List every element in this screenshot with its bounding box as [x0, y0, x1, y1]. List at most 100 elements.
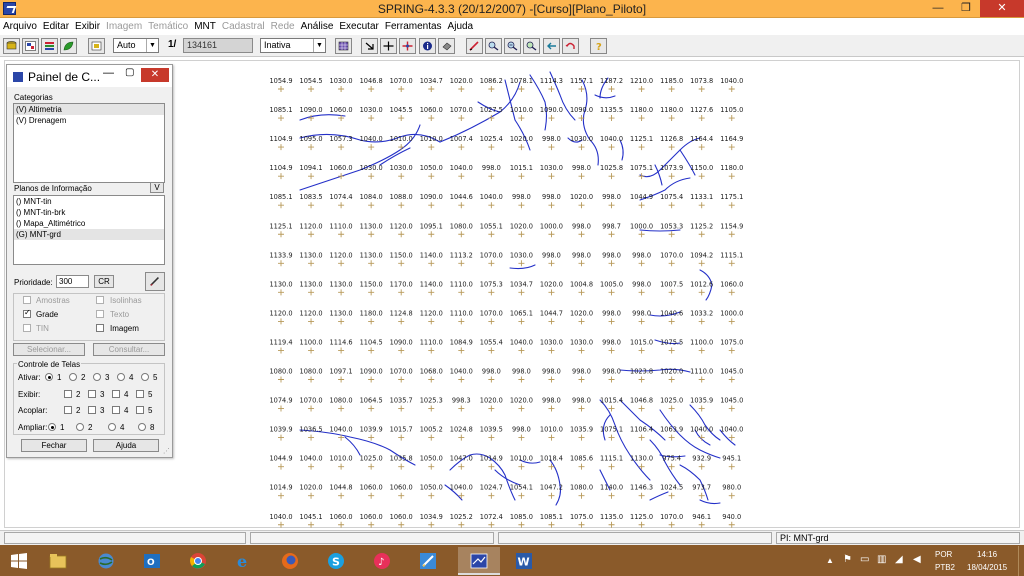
info-icon[interactable] [88, 38, 105, 54]
pan-icon[interactable] [399, 38, 416, 54]
signal-icon[interactable]: ◢ [895, 554, 903, 565]
scale-field[interactable]: 134161 [183, 38, 253, 53]
svg-text:♪: ♪ [378, 557, 384, 568]
menu-ferramentas[interactable]: Ferramentas [385, 21, 442, 32]
categories-list[interactable]: (V) Altimetria (V) Drenagem [13, 103, 165, 183]
grade-checkbox[interactable] [23, 308, 31, 318]
edit-pencil-button[interactable] [145, 272, 165, 291]
cr-button[interactable]: CR [94, 275, 114, 288]
drive-icon[interactable]: ▭ [860, 554, 869, 565]
activate-radio-4[interactable] [117, 373, 125, 381]
screen-number: 2 [81, 373, 86, 382]
imagem-checkbox[interactable] [96, 324, 104, 332]
chrome-icon[interactable] [180, 547, 216, 575]
language-indicator[interactable]: POR [935, 550, 952, 559]
undo-icon[interactable] [562, 38, 579, 54]
pencil-icon[interactable] [466, 38, 483, 54]
svg-text:e: e [237, 552, 247, 570]
activate-radio-3[interactable] [93, 373, 101, 381]
zoom-in-icon[interactable] [361, 38, 378, 54]
menu-executar[interactable]: Executar [339, 21, 378, 32]
priority-input[interactable]: 300 [56, 275, 89, 288]
minimize-button[interactable]: — [924, 0, 952, 17]
globe-icon[interactable] [88, 547, 124, 575]
clock-time[interactable]: 14:16 [977, 550, 997, 559]
info-planes-list[interactable]: () MNT-tin () MNT-tin-brk () Mapa_Altimé… [13, 195, 165, 265]
notes-icon[interactable] [410, 547, 446, 575]
maximize-button[interactable]: ❐ [952, 0, 980, 17]
start-icon[interactable] [0, 547, 38, 575]
consult-button[interactable]: Consultar... [93, 343, 165, 356]
zoom-refresh-icon[interactable] [523, 38, 540, 54]
resize-grip-icon[interactable]: ⋰ [163, 447, 170, 455]
show-desktop-button[interactable] [1018, 546, 1024, 576]
activate-label: Ativar: [18, 373, 41, 382]
activate-radio-5[interactable] [141, 373, 149, 381]
internet-explorer-icon[interactable]: e [226, 547, 262, 575]
panel-maximize-button[interactable]: ▢ [125, 67, 134, 78]
select-button[interactable]: Selecionar... [13, 343, 85, 356]
help-panel-button[interactable]: Ajuda [93, 439, 159, 452]
network-icon[interactable]: ▥ [877, 554, 886, 565]
list-item[interactable]: (V) Drenagem [14, 115, 164, 126]
zoom-radio-2[interactable] [76, 423, 84, 431]
close-panel-button[interactable]: Fechar [21, 439, 87, 452]
list-item[interactable]: () MNT-tin-brk [14, 207, 164, 218]
list-item[interactable]: (G) MNT-grd [14, 229, 164, 240]
list-item[interactable]: (V) Altimetria [14, 104, 164, 115]
zoom-radio-4[interactable] [108, 423, 116, 431]
couple-checkbox-2[interactable] [64, 406, 72, 414]
keyboard-layout[interactable]: PTB2 [935, 563, 955, 572]
close-button[interactable]: ✕ [980, 0, 1024, 17]
show-checkbox-3[interactable] [88, 390, 96, 398]
couple-checkbox-4[interactable] [112, 406, 120, 414]
couple-checkbox-5[interactable] [136, 406, 144, 414]
back-icon[interactable] [543, 38, 560, 54]
panel-minimize-button[interactable]: — [103, 67, 114, 79]
zoom-out-icon[interactable] [504, 38, 521, 54]
show-checkbox-2[interactable] [64, 390, 72, 398]
info-circle-icon[interactable] [419, 38, 436, 54]
categories-label: Categorias [14, 93, 53, 102]
skype-icon[interactable]: S [318, 547, 354, 575]
grade-label: Grade [36, 310, 59, 319]
help-icon[interactable]: ? [590, 38, 607, 54]
operation-select[interactable]: Inativa ▼ [260, 38, 326, 53]
eraser-icon[interactable] [438, 38, 455, 54]
volume-icon[interactable]: ◀ [913, 554, 921, 565]
panel-close-button[interactable]: ✕ [141, 68, 169, 82]
database-icon[interactable] [3, 38, 20, 54]
menu-editar[interactable]: Editar [43, 21, 69, 32]
menu-analise[interactable]: Análise [301, 21, 334, 32]
catalog-icon[interactable] [22, 38, 39, 54]
activate-radio-1[interactable] [45, 373, 53, 381]
clock-date[interactable]: 18/04/2015 [967, 563, 1007, 572]
tray-expand-icon[interactable]: ▲ [826, 556, 834, 565]
zoom-mode-select[interactable]: Auto ▼ [113, 38, 159, 53]
firefox-icon[interactable] [272, 547, 308, 575]
flag-icon[interactable]: ⚑ [843, 554, 852, 565]
show-checkbox-5[interactable] [136, 390, 144, 398]
leaf-icon[interactable] [60, 38, 77, 54]
zoom-icon[interactable] [485, 38, 502, 54]
itunes-icon[interactable]: ♪ [364, 547, 400, 575]
spring-icon[interactable] [458, 547, 500, 575]
menu-arquivo[interactable]: Arquivo [3, 21, 37, 32]
menu-exibir[interactable]: Exibir [75, 21, 100, 32]
layers-icon[interactable] [41, 38, 58, 54]
menu-ajuda[interactable]: Ajuda [448, 21, 474, 32]
list-item[interactable]: () Mapa_Altimétrico [14, 218, 164, 229]
outlook-icon[interactable]: O [134, 547, 170, 575]
grid-view-icon[interactable] [335, 38, 352, 54]
list-item[interactable]: () MNT-tin [14, 196, 164, 207]
file-explorer-icon[interactable] [40, 547, 76, 575]
zoom-radio-8[interactable] [138, 423, 146, 431]
couple-checkbox-3[interactable] [88, 406, 96, 414]
filter-button[interactable]: V [150, 182, 164, 193]
activate-radio-2[interactable] [69, 373, 77, 381]
show-checkbox-4[interactable] [112, 390, 120, 398]
crosshair-icon[interactable] [380, 38, 397, 54]
zoom-radio-1[interactable] [48, 423, 56, 431]
word-icon[interactable]: W [506, 547, 542, 575]
menu-mnt[interactable]: MNT [194, 21, 216, 32]
